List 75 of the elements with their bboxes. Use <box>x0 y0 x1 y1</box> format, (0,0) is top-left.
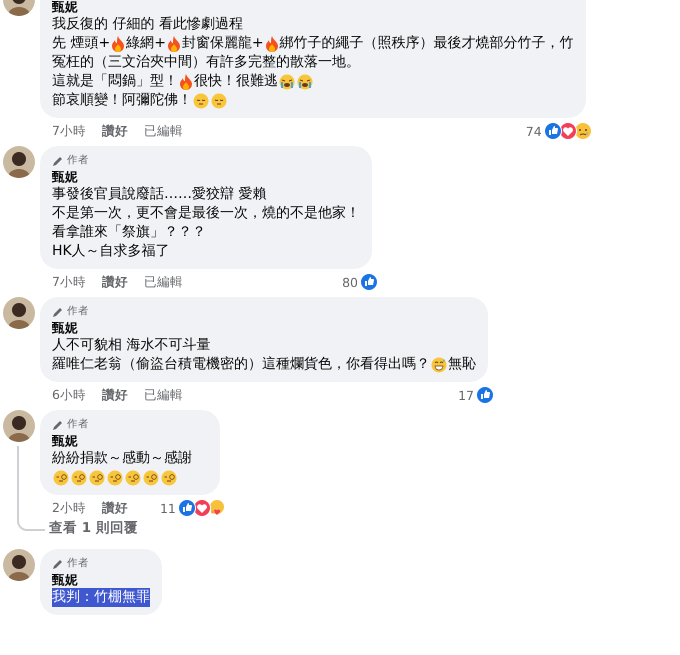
pensive-face-icon <box>193 92 209 108</box>
monocle-face-icon <box>161 470 177 486</box>
comment-text: 這就是「悶鍋」型！ <box>52 72 178 91</box>
commenter-name[interactable]: 甄妮 <box>52 168 78 185</box>
commenter-name[interactable]: 甄妮 <box>52 0 78 15</box>
heart-reaction-icon[interactable] <box>192 499 211 517</box>
comment-text: 封窗保麗龍+ <box>182 34 264 53</box>
fire-icon <box>264 36 279 52</box>
comment-text: 節哀順變！阿彌陀佛！ <box>52 91 192 110</box>
like-reaction-icon[interactable] <box>178 499 196 517</box>
avatar[interactable] <box>3 410 35 442</box>
comment-text: 綁竹子的繩子（照秩序）最後才燒部分竹子，竹 <box>280 34 574 53</box>
like-link[interactable]: 讚好 <box>102 386 128 404</box>
monocle-face-icon <box>143 470 159 486</box>
pen-icon <box>52 558 64 570</box>
comment-time[interactable]: 2小時 <box>52 500 86 516</box>
edited-label: 已編輯 <box>144 274 183 290</box>
grinning-sweat-face-icon <box>431 356 447 372</box>
comment-time[interactable]: 6小時 <box>52 386 86 404</box>
reaction-count[interactable]: 80 <box>342 274 358 290</box>
crying-face-icon <box>297 74 313 90</box>
author-label: 作者 <box>67 305 89 318</box>
edited-label: 已編輯 <box>144 386 183 404</box>
like-link[interactable]: 讚好 <box>102 122 128 140</box>
view-replies-link[interactable]: 查看 1 則回覆 <box>49 519 138 537</box>
comment-text: 不是第一次，更不會是最後一次，燒的不是他家！ <box>52 204 360 223</box>
comment-text: 很快！很難逃 <box>194 72 278 91</box>
comment-text: HK人～自求多福了 <box>52 242 170 261</box>
fire-icon <box>179 74 193 90</box>
reaction-count[interactable]: 74 <box>526 124 542 138</box>
care-reaction-icon[interactable] <box>208 499 226 517</box>
commenter-name[interactable]: 甄妮 <box>52 432 78 449</box>
comment-text: 無恥 <box>448 355 476 374</box>
avatar[interactable] <box>3 297 35 329</box>
pen-icon <box>52 306 64 318</box>
pen-icon <box>52 418 64 430</box>
avatar[interactable] <box>3 549 35 581</box>
like-reaction-icon[interactable] <box>476 386 494 404</box>
comment-text: 人不可貌相 海水不可斗量 <box>52 336 210 355</box>
comment-text: 我反復的 仔細的 看此慘劇過程 <box>52 15 243 34</box>
author-label: 作者 <box>67 418 89 431</box>
reaction-count[interactable]: 17 <box>458 388 474 402</box>
comment-text: 紛紛捐款～感動～感謝 <box>52 449 192 468</box>
comment-time[interactable]: 7小時 <box>52 122 86 140</box>
monocle-face-icon <box>107 470 123 486</box>
sad-reaction-icon[interactable] <box>574 122 592 140</box>
comment-text: 先 煙頭+ <box>52 34 110 53</box>
like-reaction-icon[interactable] <box>544 122 562 140</box>
like-reaction-icon[interactable] <box>360 273 378 291</box>
comment-text: 看拿誰來「祭旗」？？？ <box>52 223 206 242</box>
fire-icon <box>111 36 126 52</box>
comment-text: 綠網+ <box>126 34 166 53</box>
crying-face-icon <box>279 74 295 90</box>
monocle-face-icon <box>125 470 141 486</box>
edited-label: 已編輯 <box>144 122 183 140</box>
comment-text: 我判：竹棚無罪 <box>52 588 150 607</box>
pensive-face-icon <box>211 92 227 108</box>
commenter-name[interactable]: 甄妮 <box>52 571 78 588</box>
comment-text: 冤枉的（三文治夾中間）有許多完整的散落一地。 <box>52 53 360 72</box>
like-link[interactable]: 讚好 <box>102 274 128 290</box>
pen-icon <box>52 154 64 166</box>
comment-text: 羅唯仁老翁（偷盜台積電機密的）這種爛貨色，你看得出嗎？ <box>52 355 430 374</box>
comment-time[interactable]: 7小時 <box>52 274 86 290</box>
author-label: 作者 <box>67 557 89 570</box>
avatar[interactable] <box>3 146 35 178</box>
reaction-count[interactable]: 11 <box>160 500 176 516</box>
heart-reaction-icon[interactable] <box>558 122 577 140</box>
commenter-name[interactable]: 甄妮 <box>52 319 78 336</box>
comment-text: 事發後官員說廢話……愛狡辯 愛賴 <box>52 185 266 204</box>
monocle-face-icon <box>89 470 105 486</box>
monocle-face-icon <box>53 470 69 486</box>
like-link[interactable]: 讚好 <box>102 500 128 516</box>
author-label: 作者 <box>67 154 89 167</box>
monocle-face-icon <box>71 470 87 486</box>
fire-icon <box>166 36 181 52</box>
